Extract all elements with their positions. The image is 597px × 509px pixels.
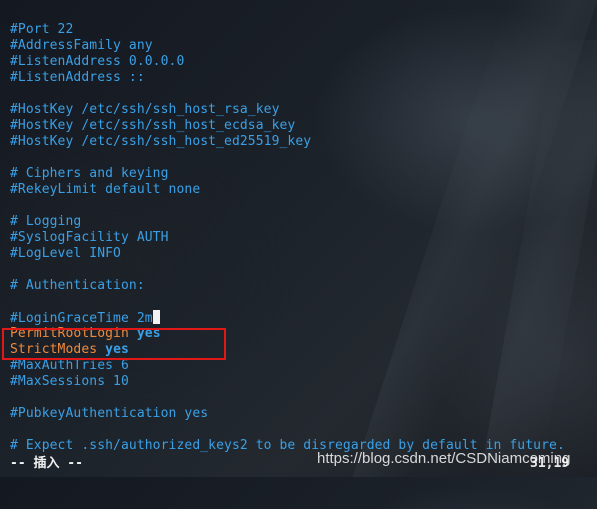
config-comment-line: #LoginGraceTime 2m: [10, 310, 590, 326]
config-comment-line: #Port 22: [10, 22, 590, 38]
comment-text: #HostKey /etc/ssh/ssh_host_ed25519_key: [10, 134, 312, 149]
config-comment-line: #HostKey /etc/ssh/ssh_host_ed25519_key: [10, 134, 590, 150]
comment-text: # Authentication:: [10, 278, 145, 293]
comment-text: #ListenAddress ::: [10, 70, 145, 85]
comment-text: #MaxSessions 10: [10, 374, 129, 389]
comment-text: #SyslogFacility AUTH: [10, 230, 169, 245]
config-comment-line: #RekeyLimit default none: [10, 182, 590, 198]
comment-text: # Ciphers and keying: [10, 166, 169, 181]
config-comment-line: #ListenAddress 0.0.0.0: [10, 54, 590, 70]
config-comment-line: #SyslogFacility AUTH: [10, 230, 590, 246]
comment-text: #HostKey /etc/ssh/ssh_host_rsa_key: [10, 102, 280, 117]
config-comment-line: # Logging: [10, 214, 590, 230]
config-comment-line: #MaxAuthTries 6: [10, 358, 590, 374]
config-comment-line: #AddressFamily any: [10, 38, 590, 54]
comment-text: #LoginGraceTime 2m: [10, 311, 153, 326]
config-comment-line: #PubkeyAuthentication yes: [10, 406, 590, 422]
comment-text: # Logging: [10, 214, 82, 229]
comment-text: #RekeyLimit default none: [10, 182, 201, 197]
text-cursor: [152, 310, 160, 324]
highlight-annotation-box: [2, 328, 226, 360]
comment-text: #LogLevel INFO: [10, 246, 121, 261]
comment-text: #MaxAuthTries 6: [10, 358, 129, 373]
comment-text: #HostKey /etc/ssh/ssh_host_ecdsa_key: [10, 118, 296, 133]
comment-text: #AddressFamily any: [10, 38, 153, 53]
watermark-text: https://blog.csdn.net/CSDNiamcoming: [317, 450, 571, 467]
config-comment-line: # Authentication:: [10, 278, 590, 294]
config-comment-line: #LogLevel INFO: [10, 246, 590, 262]
comment-text: #ListenAddress 0.0.0.0: [10, 54, 185, 69]
config-comment-line: #ListenAddress ::: [10, 70, 590, 86]
insert-mode-indicator: -- 插入 --: [10, 456, 83, 471]
comment-text: #PubkeyAuthentication yes: [10, 406, 209, 421]
config-comment-line: #MaxSessions 10: [10, 374, 590, 390]
config-comment-line: #HostKey /etc/ssh/ssh_host_ecdsa_key: [10, 118, 590, 134]
comment-text: #Port 22: [10, 22, 74, 37]
config-comment-line: #HostKey /etc/ssh/ssh_host_rsa_key: [10, 102, 590, 118]
config-comment-line: # Ciphers and keying: [10, 166, 590, 182]
vim-editor-buffer[interactable]: #Port 22 #AddressFamily any #ListenAddress…: [10, 22, 590, 454]
